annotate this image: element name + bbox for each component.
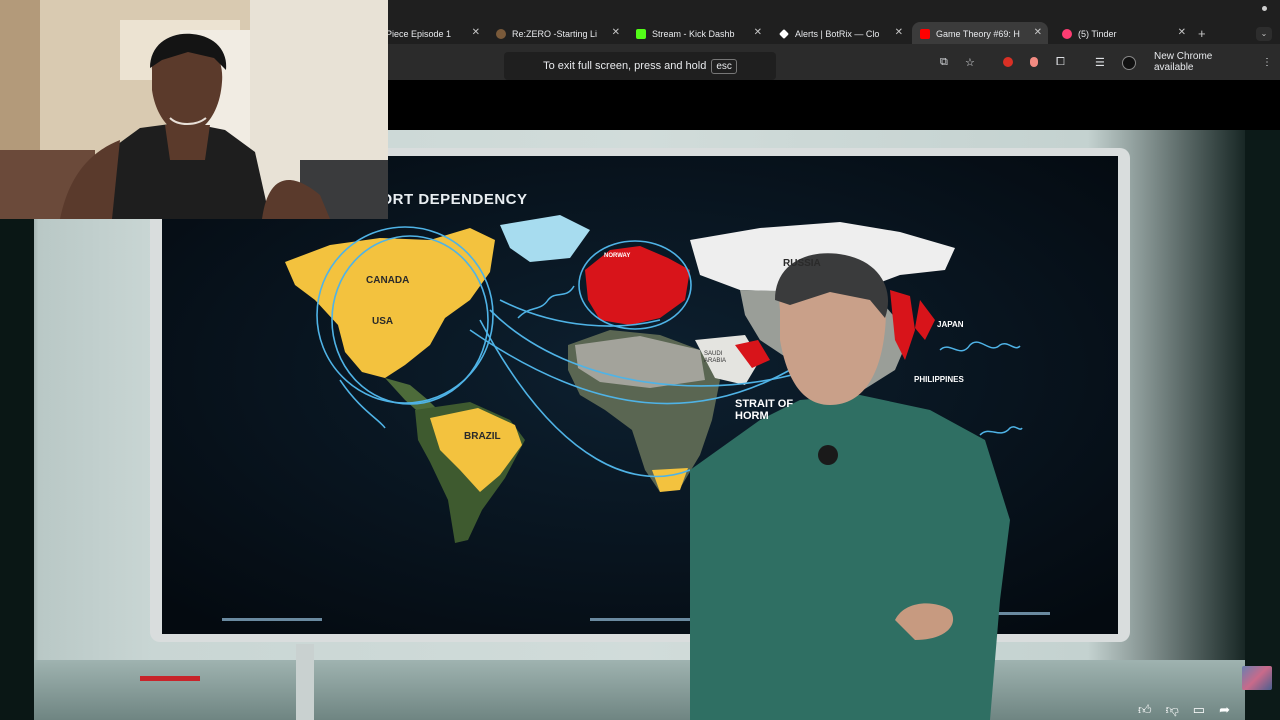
- like-icon[interactable]: 👍︎: [1138, 702, 1152, 718]
- tab-title: Game Theory #69: H: [936, 29, 1020, 39]
- kick-favicon-icon: [636, 29, 646, 39]
- label-strait-line1: STRAIT OF: [735, 398, 794, 410]
- lavalier-mic: [818, 445, 838, 465]
- extensions-puzzle-icon[interactable]: ⧠: [1056, 56, 1065, 69]
- screen-bar: [222, 618, 322, 621]
- label-strait-hormuz: STRAIT OF HORM: [735, 398, 793, 422]
- close-icon[interactable]: ✕: [1178, 27, 1186, 38]
- dislike-icon[interactable]: 👎︎: [1166, 702, 1179, 718]
- extension-pink-icon[interactable]: [1030, 57, 1038, 67]
- red-strip: [140, 676, 200, 681]
- window-dot-icon: [1262, 6, 1267, 11]
- tinder-favicon-icon: [1062, 29, 1072, 39]
- tab-title: Stream - Kick Dashb: [652, 29, 735, 39]
- tab-search-chevron-icon[interactable]: ⌄: [1256, 27, 1272, 41]
- tab-title: Re:ZERO -Starting Li: [512, 29, 598, 39]
- tab-rezero[interactable]: Re:ZERO -Starting Li ✕: [496, 22, 620, 46]
- screen-bar: [590, 618, 690, 621]
- label-brazil: BRAZIL: [464, 431, 501, 442]
- presenter-shirt: [690, 395, 1010, 720]
- youtube-favicon-icon: [920, 29, 930, 39]
- tab-game-theory[interactable]: Game Theory #69: H ✕: [912, 22, 1048, 46]
- cast-icon[interactable]: ⧉: [940, 56, 948, 69]
- floor: [34, 660, 1245, 720]
- label-norway: NORWAY: [604, 253, 631, 259]
- player-controls: 👍︎ 👎︎ ▭ ➦: [1138, 702, 1230, 718]
- rezero-favicon-icon: [496, 29, 506, 39]
- close-icon[interactable]: ✕: [1034, 27, 1042, 38]
- tab-title: Piece Episode 1: [386, 29, 452, 39]
- botrix-favicon-icon: [779, 29, 789, 39]
- new-tab-button[interactable]: +: [1198, 26, 1206, 41]
- label-usa: USA: [372, 316, 394, 327]
- extension-red-icon[interactable]: [1003, 57, 1013, 67]
- tab-one-piece[interactable]: Piece Episode 1 ✕: [386, 22, 480, 46]
- esc-key-badge: esc: [711, 58, 737, 74]
- new-chrome-available-button[interactable]: New Chrome available ⋮: [1146, 51, 1280, 73]
- media-controls-icon[interactable]: ☰: [1095, 56, 1105, 69]
- profile-avatar[interactable]: [1122, 56, 1136, 70]
- label-russia: RUSSIA: [783, 258, 821, 269]
- fullscreen-hint: To exit full screen, press and hold esc: [504, 52, 776, 80]
- close-icon[interactable]: ✕: [472, 27, 480, 38]
- close-icon[interactable]: ✕: [754, 27, 762, 38]
- close-icon[interactable]: ✕: [612, 27, 620, 38]
- map-title: PORT DEPENDENCY: [370, 191, 528, 208]
- tv-stand-leg: [296, 644, 314, 720]
- label-canada: CANADA: [366, 275, 410, 286]
- webcam-feed: [0, 0, 388, 219]
- wall-edge: [1245, 130, 1280, 720]
- channel-avatar[interactable]: [1242, 666, 1272, 690]
- tab-kick[interactable]: Stream - Kick Dashb ✕: [636, 22, 762, 46]
- share-icon[interactable]: ➦: [1219, 702, 1230, 718]
- tab-title: (5) Tinder: [1078, 29, 1117, 39]
- comment-icon[interactable]: ▭: [1193, 702, 1205, 718]
- label-strait-line2: HORM: [735, 410, 769, 422]
- close-icon[interactable]: ✕: [895, 27, 903, 38]
- label-japan: JAPAN: [937, 320, 964, 329]
- webcam-overlay: [0, 0, 388, 219]
- update-button-label: New Chrome available: [1154, 51, 1213, 73]
- menu-kebab-icon[interactable]: ⋮: [1262, 57, 1272, 68]
- label-philippines: PHILIPPINES: [914, 375, 964, 384]
- tab-tinder[interactable]: (5) Tinder ✕: [1062, 22, 1186, 46]
- bookmark-star-icon[interactable]: ☆: [965, 56, 975, 69]
- tab-botrix[interactable]: Alerts | BotRix — Clo ✕: [779, 22, 903, 46]
- person-neck: [165, 125, 210, 160]
- fullscreen-hint-text: To exit full screen, press and hold: [543, 60, 707, 72]
- tab-title: Alerts | BotRix — Clo: [795, 29, 880, 39]
- label-saudi-arabia: SAUDI ARABIA: [704, 351, 727, 364]
